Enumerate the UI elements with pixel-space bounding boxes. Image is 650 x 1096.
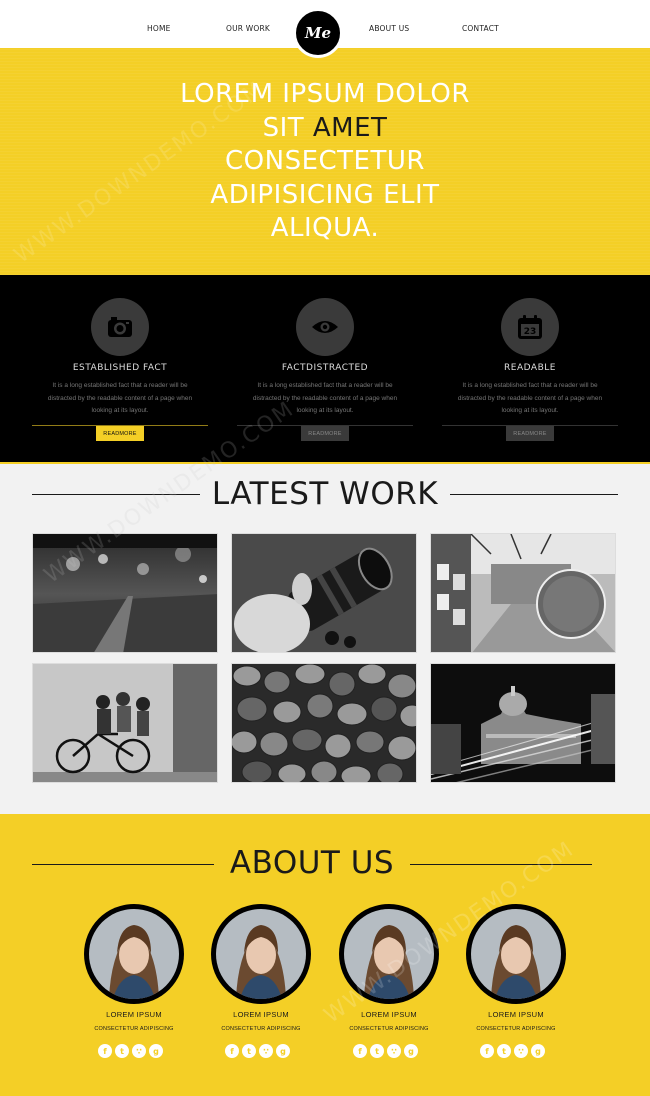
about-us-section: ABOUT US LOREM IPSUM CONSECTETUR ADIPISC… [0,814,650,1096]
social-links: f t ∵ g [225,1044,305,1058]
rss-icon[interactable]: ∵ [132,1044,146,1058]
google-plus-icon[interactable]: g [276,1044,290,1058]
hero-banner: LOREM IPSUM DOLOR SIT AMET CONSECTETUR A… [0,48,650,275]
nav-home-link[interactable]: HOME [147,24,171,33]
twitter-icon[interactable]: t [115,1044,129,1058]
portfolio-image-camera[interactable] [231,533,417,653]
title-rule-right [410,864,592,865]
camera-icon [91,298,149,356]
avatar[interactable] [211,904,311,1004]
readmore-button[interactable]: READMORE [506,426,554,441]
feature-text: It is a long established fact that a rea… [457,382,603,414]
eye-icon [296,298,354,356]
portfolio-image-cathedral[interactable] [430,663,616,783]
social-links: f t ∵ g [480,1044,560,1058]
features-section: ESTABLISHED FACT It is a long establishe… [0,275,650,464]
rss-icon[interactable]: ∵ [387,1044,401,1058]
hero-line-3: CONSECTETUR [225,146,425,176]
rss-icon[interactable]: ∵ [514,1044,528,1058]
member-role: CONSECTETUR ADIPISCING [94,1026,174,1032]
twitter-icon[interactable]: t [242,1044,256,1058]
rss-icon[interactable]: ∵ [259,1044,273,1058]
twitter-icon[interactable]: t [370,1044,384,1058]
hero-line-5: ALIQUA. [270,213,380,243]
hero-line-1: LOREM IPSUM DOLOR [180,79,470,109]
google-plus-icon[interactable]: g [531,1044,545,1058]
feature-text: It is a long established fact that a rea… [47,382,193,414]
facebook-icon[interactable]: f [480,1044,494,1058]
logo-text: Me [304,24,332,42]
nav-about-us-link[interactable]: ABOUT US [369,24,409,33]
member-role: CONSECTETUR ADIPISCING [476,1026,556,1032]
portfolio-image-stones[interactable] [231,663,417,783]
readmore-button[interactable]: READMORE [96,426,144,441]
portfolio-image-crystal-ball[interactable] [430,533,616,653]
portfolio-image-bicycle[interactable] [32,663,218,783]
social-links: f t ∵ g [98,1044,178,1058]
member-name: LOREM IPSUM [488,1010,544,1019]
facebook-icon[interactable]: f [98,1044,112,1058]
social-links: f t ∵ g [353,1044,433,1058]
feature-title: ESTABLISHED FACT [72,363,168,373]
facebook-icon[interactable]: f [225,1044,239,1058]
hero-headline: LOREM IPSUM DOLOR SIT AMET CONSECTETUR A… [0,78,650,246]
latest-work-title: LATEST WORK [211,476,439,512]
feature-title: READABLE [504,363,556,373]
member-role: CONSECTETUR ADIPISCING [349,1026,429,1032]
calendar-icon: 23 [501,298,559,356]
member-role: CONSECTETUR ADIPISCING [221,1026,301,1032]
member-name: LOREM IPSUM [106,1010,162,1019]
facebook-icon[interactable]: f [353,1044,367,1058]
google-plus-icon[interactable]: g [149,1044,163,1058]
feature-title: FACTDISTRACTED [281,363,369,373]
feature-text: It is a long established fact that a rea… [252,382,398,414]
avatar[interactable] [84,904,184,1004]
avatar[interactable] [339,904,439,1004]
google-plus-icon[interactable]: g [404,1044,418,1058]
nav-contact-link[interactable]: CONTACT [462,24,499,33]
readmore-button[interactable]: READMORE [301,426,349,441]
title-rule-right [450,494,618,495]
calendar-day-text: 23 [524,327,537,337]
title-rule-left [32,864,214,865]
latest-work-section: LATEST WORK [0,464,650,814]
member-name: LOREM IPSUM [361,1010,417,1019]
portfolio-image-street[interactable] [32,533,218,653]
member-name: LOREM IPSUM [233,1010,289,1019]
hero-line-2b: AMET [312,112,388,143]
avatar[interactable] [466,904,566,1004]
about-us-title: ABOUT US [229,845,395,881]
hero-line-2a: SIT [262,112,313,143]
title-rule-left [32,494,200,495]
twitter-icon[interactable]: t [497,1044,511,1058]
nav-our-work-link[interactable]: OUR WORK [226,24,270,33]
site-logo[interactable]: Me [293,8,343,58]
hero-line-4: ADIPISICING ELIT [210,179,440,210]
